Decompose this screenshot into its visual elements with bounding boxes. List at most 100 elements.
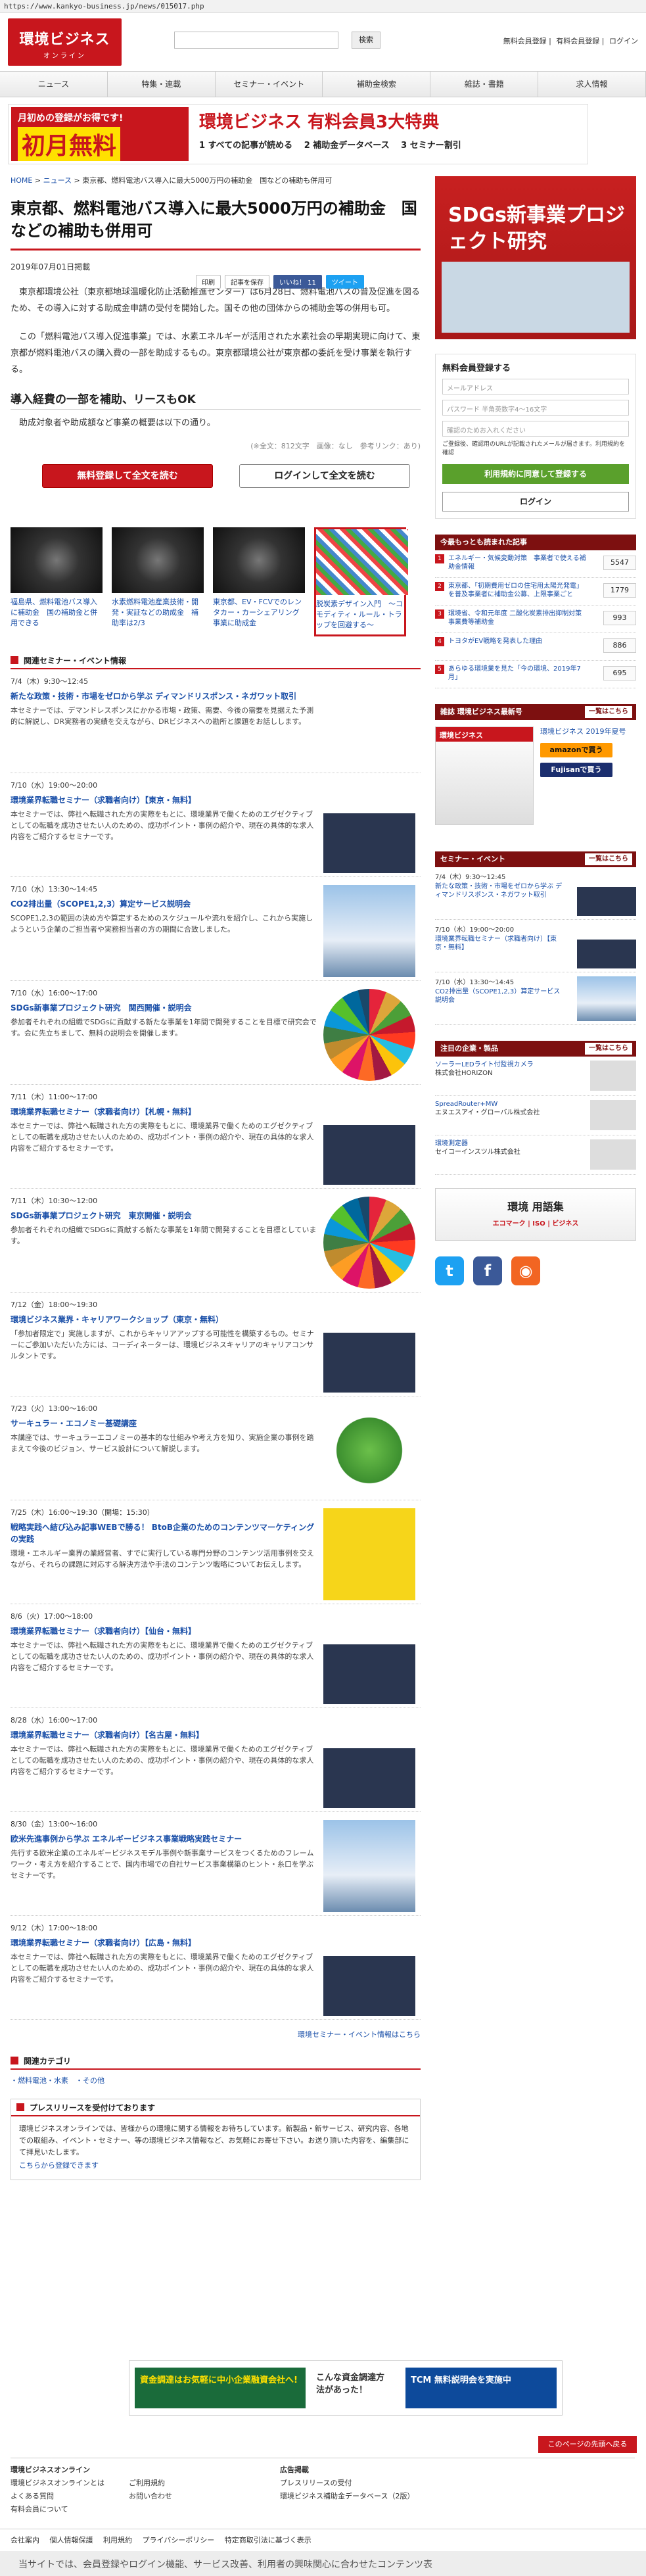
event-image[interactable]	[323, 1404, 415, 1496]
footer-link[interactable]: ご利用規約	[129, 2477, 172, 2490]
category-link[interactable]: その他	[83, 2076, 104, 2085]
nav-seminar[interactable]: セミナー・イベント	[216, 72, 323, 97]
sb-event-link[interactable]: 環境業界転職セミナー（求職者向け）【東京・無料】	[435, 935, 566, 952]
login-button[interactable]: ログイン	[442, 492, 629, 512]
related-caption[interactable]: 福島県、燃料電池バス導入に補助金 国の補助金と併用できる	[11, 597, 103, 629]
ranking-link[interactable]: トヨタがEV戦略を発表した理由	[448, 637, 586, 646]
crumb-home[interactable]: HOME	[11, 176, 32, 185]
footer-col-heading[interactable]: 広告掲載	[280, 2464, 414, 2477]
footer-link[interactable]: プレスリリースの受付	[280, 2477, 414, 2490]
sb-event-image[interactable]	[577, 976, 636, 1021]
agree-register-button[interactable]: 利用規約に同意して登録する	[442, 464, 629, 484]
rss-icon[interactable]: ◉	[511, 1256, 540, 1285]
related-card[interactable]: 東京都、EV・FCVでのレンタカー・カーシェアリング事業に助成金	[213, 527, 305, 636]
facebook-icon[interactable]: f	[473, 1256, 502, 1285]
save-button[interactable]: 記事を保存	[225, 275, 269, 289]
related-caption[interactable]: 水素燃料電池産業技術・開発・実証などの助成金 補助率は2/3	[112, 597, 204, 629]
footer-link[interactable]: お問い合わせ	[129, 2490, 172, 2503]
product-image[interactable]	[590, 1100, 636, 1130]
link-login[interactable]: ログイン	[609, 37, 638, 45]
link-paid-register[interactable]: 有料会員登録	[556, 37, 599, 45]
related-card-ad[interactable]: 脱炭素デザイン入門 〜コモディティ・ルール・トラップを回避する〜	[314, 527, 408, 636]
tweet-button[interactable]: ツイート	[325, 275, 364, 289]
footer-bar-link[interactable]: プライバシーポリシー	[143, 2536, 215, 2544]
footer-link[interactable]: 環境ビジネス補助金データベース（2版）	[280, 2490, 414, 2503]
email-field[interactable]: メールアドレス	[442, 379, 629, 394]
nav-news[interactable]: ニュース	[0, 72, 108, 97]
event-image[interactable]	[323, 1508, 415, 1600]
crumb-news[interactable]: ニュース	[43, 176, 72, 185]
event-image[interactable]	[323, 1924, 415, 2016]
event-title-link[interactable]: 環境業界転職セミナー（求職者向け）【広島・無料】	[11, 1937, 319, 1949]
event-title-link[interactable]: 環境業界転職セミナー（求職者向け）【東京・無料】	[11, 794, 319, 806]
related-caption[interactable]: 脱炭素デザイン入門 〜コモディティ・ルール・トラップを回避する〜	[316, 599, 404, 631]
event-title-link[interactable]: SDGs新事業プロジェクト研究 東京開催・説明会	[11, 1210, 319, 1222]
fujisan-button[interactable]: Fujisanで買う	[540, 763, 612, 777]
pr-register-link[interactable]: こちらから登録できます	[19, 2161, 99, 2170]
sb-event-link[interactable]: 新たな政策・技術・市場をゼロから学ぶ ディマンドリスポンス・ネガワット取引	[435, 882, 566, 899]
search-input[interactable]	[174, 32, 338, 49]
related-caption[interactable]: 東京都、EV・FCVでのレンタカー・カーシェアリング事業に助成金	[213, 597, 305, 629]
related-card[interactable]: 水素燃料電池産業技術・開発・実証などの助成金 補助率は2/3	[112, 527, 204, 636]
ranking-link[interactable]: 環境省、令和元年度 二酸化炭素排出抑制対策事業費等補助金	[448, 609, 586, 627]
event-image[interactable]	[323, 1820, 415, 1912]
event-image[interactable]	[323, 1716, 415, 1808]
event-image[interactable]	[323, 1612, 415, 1704]
nav-jobs[interactable]: 求人情報	[538, 72, 646, 97]
related-card[interactable]: 福島県、燃料電池バス導入に補助金 国の補助金と併用できる	[11, 527, 103, 636]
footer-bar-link[interactable]: 利用規約	[103, 2536, 132, 2544]
twitter-icon[interactable]: t	[435, 1256, 464, 1285]
magazine-title[interactable]: 環境ビジネス 2019年夏号	[540, 727, 626, 736]
event-title-link[interactable]: 環境業界転職セミナー（求職者向け）【札幌・無料】	[11, 1106, 319, 1118]
event-title-link[interactable]: 欧米先進事例から学ぶ エネルギービジネス事業戦略実践セミナー	[11, 1833, 319, 1845]
magazine-cover[interactable]: 環境ビジネス	[435, 727, 534, 825]
event-image[interactable]	[323, 1197, 415, 1289]
sb-event-image[interactable]	[577, 871, 636, 916]
event-title-link[interactable]: 環境業界転職セミナー（求職者向け）【名古屋・無料】	[11, 1729, 319, 1741]
product-image[interactable]	[590, 1139, 636, 1170]
ranking-link[interactable]: 東京都、「初期費用ゼロの住宅用太陽光発電」を普及事業者に補助金公募、上限事業ごと	[448, 582, 586, 599]
ranking-link[interactable]: あらゆる環境業を見た「今の環境、2019年7月」	[448, 665, 586, 682]
event-image[interactable]	[323, 781, 415, 873]
sb-events-more-link[interactable]: 一覧はこちら	[585, 853, 632, 865]
event-title-link[interactable]: SDGs新事業プロジェクト研究 関西開催・説明会	[11, 1002, 319, 1014]
event-image[interactable]	[323, 1300, 415, 1393]
nav-magazine[interactable]: 雑誌・書籍	[430, 72, 539, 97]
event-image[interactable]	[323, 1093, 415, 1185]
facebook-like-button[interactable]: いいね！ 11	[273, 275, 322, 289]
nav-features[interactable]: 特集・連載	[108, 72, 216, 97]
event-title-link[interactable]: 新たな政策・技術・市場をゼロから学ぶ ディマンドリスポンス・ネガワット取引	[11, 690, 319, 702]
footer-bar-link[interactable]: 会社案内	[11, 2536, 39, 2544]
products-more-link[interactable]: 一覧はこちら	[585, 1043, 632, 1055]
back-to-top-button[interactable]: このページの先頭へ戻る	[538, 2436, 637, 2453]
category-link[interactable]: 燃料電池・水素	[18, 2076, 68, 2085]
ranking-link[interactable]: エネルギー・気候変動対策 事業者で使える補助金情報	[448, 554, 586, 571]
event-title-link[interactable]: 戦略実践へ結び込み記事WEBで勝る！ BtoB企業のためのコンテンツマーケティン…	[11, 1521, 319, 1545]
event-title-link[interactable]: 環境業界転職セミナー（求職者向け）【仙台・無料】	[11, 1625, 319, 1637]
events-more-link[interactable]: 環境セミナー・イベント情報はこちら	[11, 2029, 421, 2039]
event-image[interactable]	[323, 885, 415, 977]
bottom-ad-banner[interactable]: 資金調達はお気軽に中小企業融資会社へ! こんな資金調達方法があった！ TCM 無…	[129, 2360, 563, 2416]
event-image[interactable]	[323, 989, 415, 1081]
site-logo[interactable]: 環境ビジネス オンライン	[8, 18, 122, 66]
event-title-link[interactable]: CO2排出量（SCOPE1,2,3）算定サービス説明会	[11, 898, 319, 910]
sb-event-link[interactable]: CO2排出量（SCOPE1,2,3）算定サービス説明会	[435, 988, 566, 1005]
footer-bar-link[interactable]: 特定商取引法に基づく表示	[225, 2536, 311, 2544]
address-bar[interactable]: https://www.kankyo-business.jp/news/0150…	[0, 0, 646, 13]
product-image[interactable]	[590, 1061, 636, 1091]
password-confirm-field[interactable]: 確認のためお入れください	[442, 421, 629, 437]
nav-subsidy[interactable]: 補助金検索	[323, 72, 431, 97]
footer-bar-link[interactable]: 個人情報保護	[50, 2536, 93, 2544]
link-free-register[interactable]: 無料会員登録	[503, 37, 547, 45]
sb-event-image[interactable]	[577, 924, 636, 968]
footer-link[interactable]: 有料会員について	[11, 2503, 104, 2516]
glossary-banner[interactable]: 環境 用語集 エコマーク | ISO | ビジネス	[435, 1188, 636, 1241]
event-title-link[interactable]: サーキュラー・エコノミー基礎講座	[11, 1418, 319, 1429]
register-read-button[interactable]: 無料登録して全文を読む	[42, 464, 213, 488]
footer-link[interactable]: よくある質問	[11, 2490, 104, 2503]
login-read-button[interactable]: ログインして全文を読む	[239, 464, 410, 488]
event-title-link[interactable]: 環境ビジネス業界・キャリアワークショップ（東京・無料）	[11, 1314, 319, 1325]
amazon-button[interactable]: amazonで買う	[540, 743, 612, 757]
footer-link[interactable]: 環境ビジネスオンラインとは	[11, 2477, 104, 2490]
print-button[interactable]: 印刷	[196, 275, 221, 289]
